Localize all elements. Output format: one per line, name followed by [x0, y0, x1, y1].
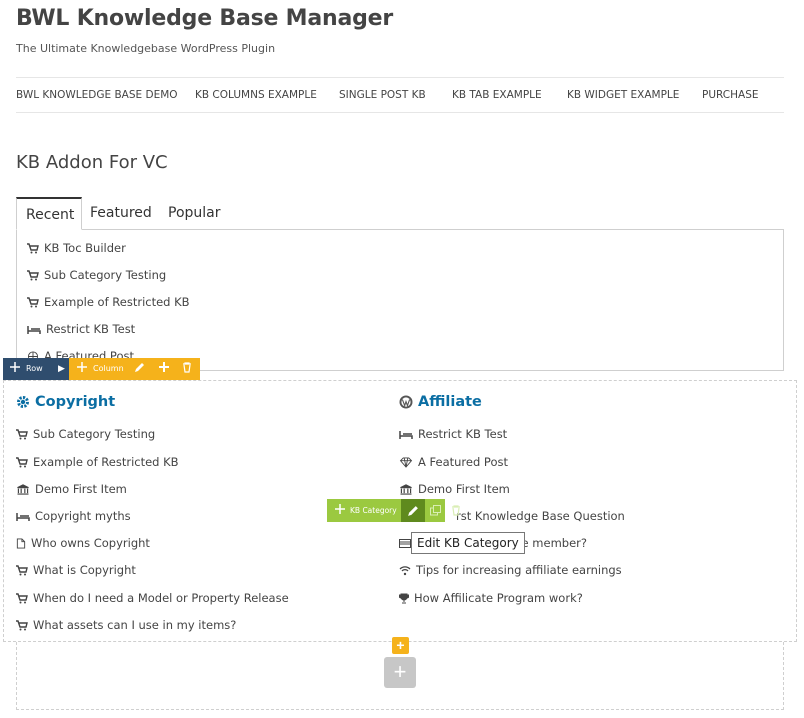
list-item-label: Demo First Item	[35, 482, 127, 496]
list-item[interactable]: rst Knowledge Base Question	[456, 509, 625, 523]
cart-icon	[16, 619, 28, 630]
trophy-icon	[399, 593, 409, 603]
category-heading-label: Affiliate	[418, 394, 482, 410]
list-item[interactable]: Sub Category Testing	[16, 427, 155, 441]
trash-icon[interactable]	[182, 358, 192, 380]
list-item-label: Example of Restricted KB	[33, 455, 179, 469]
bed-icon	[27, 325, 41, 334]
chevron-right-icon[interactable]: ▶	[58, 358, 65, 380]
nav-bottom-divider	[16, 112, 784, 113]
diamond-icon	[399, 456, 413, 468]
category-heading-copyright[interactable]: Copyright	[16, 394, 115, 410]
site-tagline: The Ultimate Knowledgebase WordPress Plu…	[16, 42, 276, 55]
list-item[interactable]: Example of Restricted KB	[27, 295, 190, 309]
list-item-label: rst Knowledge Base Question	[456, 509, 625, 523]
nav-item-kb-tab[interactable]: KB TAB EXAMPLE	[452, 89, 542, 101]
list-item-label: KB Toc Builder	[44, 241, 126, 255]
list-item-label: Restrict KB Test	[418, 427, 508, 441]
list-item-label: Restrict KB Test	[46, 322, 136, 336]
wifi-icon	[399, 565, 411, 575]
nav-item-purchase[interactable]: PURCHASE	[702, 89, 759, 101]
list-item[interactable]: Example of Restricted KB	[16, 455, 179, 469]
list-item[interactable]: KB Toc Builder	[27, 241, 126, 255]
category-heading-label: Copyright	[35, 394, 116, 410]
list-item-label: When do I need a Model or Property Relea…	[33, 591, 289, 605]
list-item-label: Example of Restricted KB	[44, 295, 190, 309]
vc-row-toolbar: Row ▶	[3, 358, 69, 380]
list-item[interactable]: What is Copyright	[16, 563, 136, 577]
list-item[interactable]: Copyright myths	[16, 509, 131, 523]
list-item-label: Tips for increasing affiliate earnings	[416, 563, 622, 577]
file-icon	[16, 537, 26, 549]
cart-icon	[27, 242, 39, 253]
list-item-label: Who owns Copyright	[31, 536, 150, 550]
cart-icon	[16, 564, 28, 575]
cart-icon	[16, 456, 28, 467]
bank-icon	[400, 483, 412, 495]
bed-icon	[16, 512, 30, 521]
list-item[interactable]: How Affilicate Program work?	[399, 591, 583, 605]
list-item-label: Sub Category Testing	[33, 427, 156, 441]
pencil-icon[interactable]	[134, 358, 145, 380]
tab-panel-recent: KB Toc Builder Sub Category Testing Exam…	[16, 229, 784, 371]
trash-icon[interactable]	[452, 499, 466, 522]
list-item-label: Sub Category Testing	[44, 268, 167, 282]
vc-element-label[interactable]: KB Category	[350, 500, 397, 522]
vc-column-label[interactable]: Column	[93, 358, 124, 380]
nav-item-single-post[interactable]: SINGLE POST KB	[339, 89, 426, 101]
list-item[interactable]: Sub Category Testing	[27, 268, 166, 282]
list-item[interactable]: Who owns Copyright	[16, 536, 150, 550]
tab-popular[interactable]: Popular	[159, 197, 230, 230]
category-heading-affiliate[interactable]: Affiliate	[399, 394, 482, 410]
cart-icon	[27, 269, 39, 280]
list-item[interactable]: Restrict KB Test	[27, 322, 135, 336]
edit-button[interactable]	[401, 499, 425, 522]
move-icon[interactable]	[77, 358, 87, 380]
tab-recent[interactable]: Recent	[16, 197, 82, 230]
pencil-icon	[408, 506, 418, 516]
list-item[interactable]: Demo First Item	[16, 482, 127, 496]
main-nav: BWL KNOWLEDGE BASE DEMO KB COLUMNS EXAMP…	[16, 78, 784, 112]
vc-column-toolbar: Column	[69, 358, 200, 380]
list-item[interactable]: What assets can I use in my items?	[16, 618, 236, 632]
plus-icon[interactable]	[159, 358, 169, 380]
list-item-label: How Affilicate Program work?	[414, 591, 583, 605]
cart-icon	[27, 296, 39, 307]
edit-tooltip: Edit KB Category	[411, 532, 525, 554]
move-icon[interactable]	[10, 358, 20, 380]
site-title[interactable]: BWL Knowledge Base Manager	[16, 6, 393, 31]
card-icon	[399, 538, 411, 548]
cart-icon	[16, 428, 28, 439]
list-item[interactable]: When do I need a Model or Property Relea…	[16, 591, 289, 605]
nav-item-kb-demo[interactable]: BWL KNOWLEDGE BASE DEMO	[16, 89, 178, 101]
list-item-label: Copyright myths	[35, 509, 131, 523]
move-icon[interactable]	[335, 500, 345, 522]
list-item-label: What is Copyright	[33, 563, 136, 577]
add-row-button[interactable]: +	[384, 657, 416, 688]
cart-icon	[16, 592, 28, 603]
list-item[interactable]: A Featured Post	[399, 455, 508, 469]
list-item-label: A Featured Post	[418, 455, 508, 469]
gear-icon	[17, 396, 29, 408]
clone-icon[interactable]	[429, 499, 443, 522]
page-title: KB Addon For VC	[16, 152, 168, 173]
vc-row-label[interactable]: Row	[26, 358, 43, 380]
nav-item-kb-widget[interactable]: KB WIDGET EXAMPLE	[567, 89, 679, 101]
nav-item-kb-columns[interactable]: KB COLUMNS EXAMPLE	[195, 89, 317, 101]
bank-icon	[17, 483, 29, 495]
bed-icon	[399, 430, 413, 439]
tab-featured[interactable]: Featured	[81, 197, 161, 230]
list-item[interactable]: Restrict KB Test	[399, 427, 507, 441]
vc-element-toolbar: KB Category	[327, 499, 460, 522]
wordpress-icon	[399, 395, 413, 409]
list-item-label: Demo First Item	[418, 482, 510, 496]
list-item-label: What assets can I use in my items?	[33, 618, 237, 632]
list-item[interactable]: Demo First Item	[399, 482, 510, 496]
add-element-button[interactable]: +	[392, 637, 409, 654]
list-item[interactable]: Tips for increasing affiliate earnings	[399, 563, 622, 577]
